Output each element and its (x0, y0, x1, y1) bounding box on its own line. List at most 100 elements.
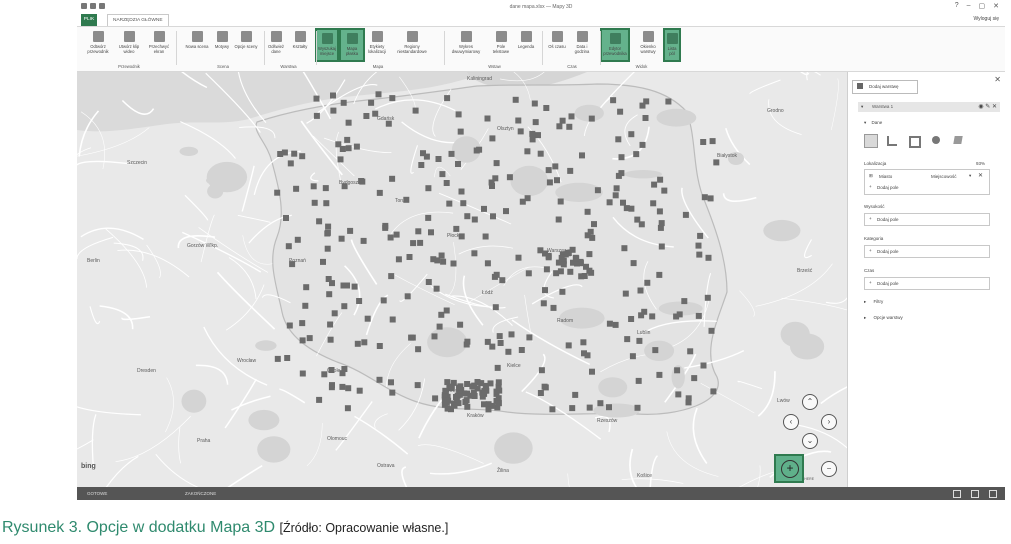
refresh-data-button[interactable]: Odśwież dane (264, 28, 288, 62)
location-marker[interactable] (695, 312, 702, 319)
location-marker[interactable] (557, 198, 564, 205)
location-marker[interactable] (675, 391, 682, 398)
location-marker[interactable] (385, 120, 392, 127)
shapes-button[interactable]: Kształty (289, 28, 311, 62)
location-marker[interactable] (579, 152, 585, 159)
visibility-icon[interactable]: ◉ (978, 104, 983, 110)
location-marker[interactable] (361, 339, 368, 346)
location-marker[interactable] (289, 261, 296, 268)
new-scene-button[interactable]: Nowa scena (185, 28, 209, 62)
add-location-field[interactable]: Dodaj pole (877, 185, 899, 190)
tab-file[interactable]: PLIK (81, 14, 97, 26)
location-marker[interactable] (538, 367, 545, 374)
location-marker[interactable] (433, 285, 440, 292)
location-marker[interactable] (330, 92, 336, 99)
location-marker[interactable] (438, 311, 445, 318)
location-marker[interactable] (347, 227, 354, 234)
location-marker[interactable] (589, 234, 596, 241)
location-marker[interactable] (331, 310, 338, 317)
location-marker[interactable] (425, 214, 432, 221)
location-marker[interactable] (708, 327, 715, 334)
location-marker[interactable] (557, 268, 564, 275)
location-marker[interactable] (389, 95, 396, 102)
location-marker[interactable] (584, 208, 591, 215)
location-marker[interactable] (524, 148, 531, 155)
location-marker[interactable] (294, 236, 301, 243)
location-marker[interactable] (639, 102, 646, 109)
location-marker[interactable] (389, 175, 396, 182)
height-field-box[interactable]: + Dodaj pole (864, 213, 990, 226)
location-marker[interactable] (484, 115, 491, 122)
location-marker[interactable] (555, 216, 562, 223)
location-marker[interactable] (344, 282, 350, 289)
location-marker[interactable] (324, 229, 331, 236)
location-marker[interactable] (532, 119, 539, 126)
location-marker[interactable] (471, 250, 478, 257)
location-marker[interactable] (541, 383, 548, 390)
location-marker[interactable] (457, 321, 464, 328)
location-marker[interactable] (446, 200, 453, 207)
location-marker[interactable] (649, 313, 656, 320)
location-marker[interactable] (351, 283, 358, 290)
location-marker[interactable] (494, 364, 501, 371)
location-marker[interactable] (696, 251, 703, 258)
location-marker[interactable] (450, 379, 457, 386)
location-marker[interactable] (360, 237, 367, 244)
location-marker[interactable] (324, 245, 331, 252)
location-field-box[interactable]: ⊞ Miasto Miejscowość ▾ ✕ + Dodaj pole (864, 169, 990, 195)
location-marker[interactable] (489, 135, 496, 142)
location-marker[interactable] (559, 288, 566, 295)
tilt-down-icon[interactable]: ⌄ (802, 433, 818, 449)
location-marker[interactable] (560, 261, 567, 268)
location-marker[interactable] (310, 183, 317, 190)
location-marker[interactable] (363, 113, 370, 119)
location-marker[interactable] (431, 333, 438, 340)
location-marker[interactable] (549, 406, 556, 413)
location-marker[interactable] (633, 151, 640, 158)
location-marker[interactable] (565, 342, 572, 349)
location-type-select[interactable]: Miejscowość (931, 174, 957, 179)
location-marker[interactable] (299, 320, 306, 327)
location-marker[interactable] (624, 336, 631, 343)
location-marker[interactable] (606, 199, 613, 206)
location-marker[interactable] (341, 183, 348, 190)
location-marker[interactable] (558, 254, 565, 261)
location-marker[interactable] (629, 353, 636, 360)
custom-regions-button[interactable]: Regiony niestandardowe (392, 28, 432, 62)
themes-button[interactable]: Motywy (211, 28, 233, 62)
location-marker[interactable] (376, 376, 383, 383)
field-list-button[interactable]: Lista pól (663, 28, 681, 62)
location-marker[interactable] (364, 315, 371, 322)
location-marker[interactable] (682, 211, 689, 218)
remove-field-icon[interactable]: ✕ (978, 172, 983, 179)
location-marker[interactable] (329, 280, 335, 287)
location-marker[interactable] (356, 387, 363, 394)
location-marker[interactable] (299, 337, 306, 344)
location-marker[interactable] (415, 228, 422, 235)
text-box-button[interactable]: Pole tekstowe (490, 28, 512, 62)
location-marker[interactable] (326, 291, 333, 298)
location-marker[interactable] (328, 367, 335, 373)
location-marker[interactable] (543, 105, 550, 111)
location-marker[interactable] (615, 172, 622, 179)
location-marker[interactable] (525, 270, 532, 277)
location-marker[interactable] (464, 213, 471, 220)
location-marker[interactable] (701, 194, 708, 201)
fullscreen-icon[interactable] (989, 490, 997, 498)
location-marker[interactable] (274, 355, 281, 362)
location-marker[interactable] (293, 185, 300, 192)
dropdown-icon[interactable]: ▾ (969, 173, 971, 179)
location-marker[interactable] (638, 312, 645, 319)
location-marker[interactable] (311, 199, 318, 206)
location-marker[interactable] (704, 294, 711, 301)
location-marker[interactable] (335, 141, 342, 148)
location-marker[interactable] (482, 233, 489, 240)
time-button[interactable]: Oś czasu (547, 28, 567, 62)
location-marker[interactable] (283, 215, 289, 221)
location-marker[interactable] (435, 156, 442, 162)
location-marker[interactable] (337, 156, 344, 163)
location-marker[interactable] (495, 379, 502, 386)
tour-editor-button[interactable]: Edytor przewodnika (600, 28, 630, 62)
normal-view-icon[interactable] (953, 490, 961, 498)
location-marker[interactable] (490, 213, 496, 220)
